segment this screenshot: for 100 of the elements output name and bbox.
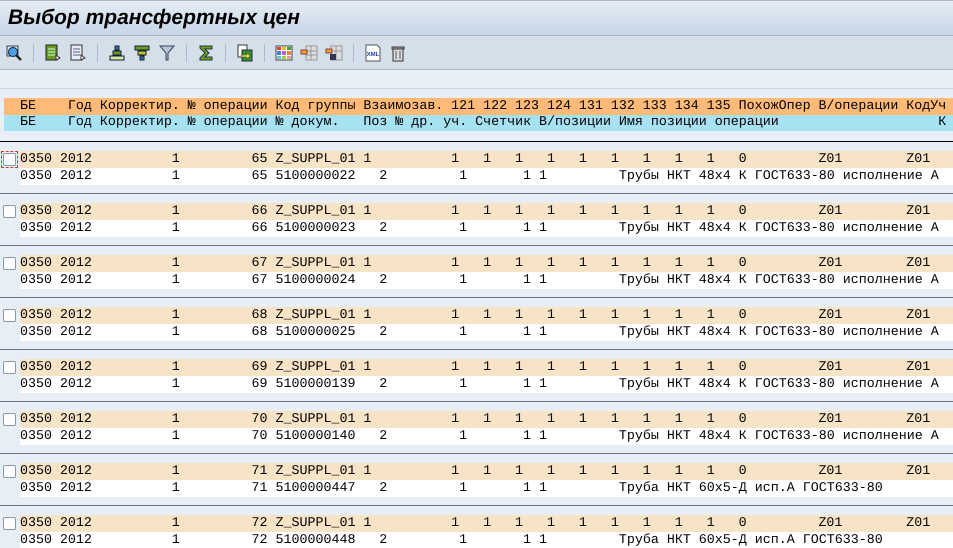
- table-cell: Z_SUPPL_01: [276, 463, 356, 480]
- table-cell: 71: [252, 480, 268, 497]
- table-cell: 0350: [20, 376, 52, 393]
- table-cell: 1: [523, 324, 531, 341]
- table-cell: 71: [252, 463, 268, 480]
- column-header[interactable]: 124: [546, 98, 571, 115]
- row-checkbox[interactable]: [3, 517, 16, 530]
- row-checkbox[interactable]: [3, 361, 16, 374]
- column-header[interactable]: К: [938, 115, 946, 131]
- column-header[interactable]: ПохожОпер: [738, 98, 810, 115]
- column-header[interactable]: Код группы: [276, 98, 356, 115]
- table-cell: 65: [252, 151, 268, 168]
- table-cell: 68: [252, 307, 268, 324]
- column-header[interactable]: Год: [68, 115, 92, 131]
- table-cell: 1: [483, 255, 492, 272]
- table-cell: 5100000023: [276, 220, 356, 237]
- table-cell: 66: [252, 220, 268, 237]
- column-header[interactable]: КодУч: [906, 98, 946, 115]
- table-cell: 1: [363, 359, 372, 376]
- table-cell: 1: [459, 272, 468, 289]
- column-header[interactable]: 135: [706, 98, 731, 115]
- column-header[interactable]: Счетчик: [475, 115, 531, 131]
- table-cell: 0350: [20, 359, 52, 376]
- table-cell: 1: [546, 307, 555, 324]
- table-cell: 1: [172, 359, 180, 376]
- column-header[interactable]: Поз: [363, 115, 388, 131]
- table-cell: 1: [483, 463, 492, 480]
- table-cell: 1: [610, 359, 619, 376]
- table-cell: 1: [674, 463, 683, 480]
- table-cell: 1: [546, 411, 555, 428]
- column-header[interactable]: БЕ: [20, 115, 36, 131]
- column-header[interactable]: № др. уч.: [395, 115, 468, 131]
- column-header[interactable]: 132: [610, 98, 635, 115]
- table-cell: 1: [451, 515, 460, 532]
- table-cell: 1: [172, 203, 180, 220]
- table-cell: 1: [674, 255, 683, 272]
- row-checkbox[interactable]: [3, 205, 16, 218]
- table-cell: 1: [172, 255, 180, 272]
- column-header[interactable]: Имя позиции операции: [618, 115, 779, 131]
- table-cell: 1: [610, 203, 619, 220]
- table-cell: Z01: [818, 411, 842, 428]
- table-cell: 1: [515, 463, 524, 480]
- column-header[interactable]: № докум.: [276, 115, 340, 131]
- column-header[interactable]: № операции: [188, 98, 268, 115]
- table-cell: 1: [363, 463, 372, 480]
- table-cell: Z01: [818, 255, 842, 272]
- table-cell: 72: [252, 532, 268, 548]
- table-cell: 2: [379, 376, 388, 393]
- table-cell: Трубы НКТ 48х4 К ГОСТ633-80 исполнение А: [618, 324, 938, 341]
- table-cell: 1: [610, 411, 619, 428]
- table-cell: 0350: [20, 428, 52, 445]
- column-header[interactable]: В/позиции: [538, 115, 611, 131]
- column-header[interactable]: 134: [674, 98, 699, 115]
- column-header[interactable]: Взаимозав.: [363, 98, 444, 115]
- column-header[interactable]: БЕ: [20, 98, 36, 115]
- column-header[interactable]: 122: [483, 98, 508, 115]
- table-cell: 1: [172, 324, 180, 341]
- table-cell: 1: [706, 151, 715, 168]
- column-header[interactable]: В/операции: [818, 98, 898, 115]
- row-checkbox[interactable]: [3, 257, 16, 270]
- table-cell: 1: [483, 411, 492, 428]
- table-cell: 1: [172, 220, 180, 237]
- table-cell: 2012: [60, 376, 92, 393]
- table-cell: Z_SUPPL_01: [276, 359, 356, 376]
- table-cell: 1: [523, 376, 531, 393]
- table-cell: 1: [538, 220, 547, 237]
- table-cell: 1: [610, 463, 619, 480]
- row-checkbox[interactable]: [3, 413, 16, 426]
- table-cell: 1: [515, 203, 524, 220]
- column-header[interactable]: 133: [642, 98, 667, 115]
- table-cell: Z01: [906, 463, 930, 480]
- table-cell: 1: [515, 255, 524, 272]
- table-cell: 1: [451, 151, 460, 168]
- table-cell: 0350: [20, 272, 52, 289]
- column-header[interactable]: Корректир.: [100, 115, 180, 131]
- table-cell: 1: [363, 411, 372, 428]
- column-header[interactable]: № операции: [188, 115, 268, 131]
- table-cell: 1: [578, 203, 587, 220]
- table-cell: 1: [451, 411, 460, 428]
- table-cell: 1: [515, 411, 524, 428]
- table-cell: 0: [738, 307, 747, 324]
- table-cell: 0350: [20, 255, 52, 272]
- table-cell: 1: [642, 359, 651, 376]
- table-cell: 1: [459, 376, 468, 393]
- column-header[interactable]: 121: [451, 98, 476, 115]
- row-checkbox[interactable]: [3, 309, 16, 322]
- table-cell: Z_SUPPL_01: [276, 255, 356, 272]
- column-header[interactable]: Корректир.: [100, 98, 180, 115]
- column-header[interactable]: 131: [578, 98, 603, 115]
- table-cell: 1: [546, 255, 555, 272]
- table-cell: 5100000139: [276, 376, 356, 393]
- table-cell: 1: [459, 168, 468, 185]
- table-cell: 2: [379, 532, 388, 548]
- table-cell: 1: [363, 255, 372, 272]
- column-header[interactable]: Год: [68, 98, 92, 115]
- column-header[interactable]: 123: [515, 98, 539, 115]
- table-cell: 1: [538, 324, 547, 341]
- table-cell: 0350: [20, 463, 52, 480]
- table-cell: 1: [578, 359, 587, 376]
- row-checkbox[interactable]: [3, 465, 16, 478]
